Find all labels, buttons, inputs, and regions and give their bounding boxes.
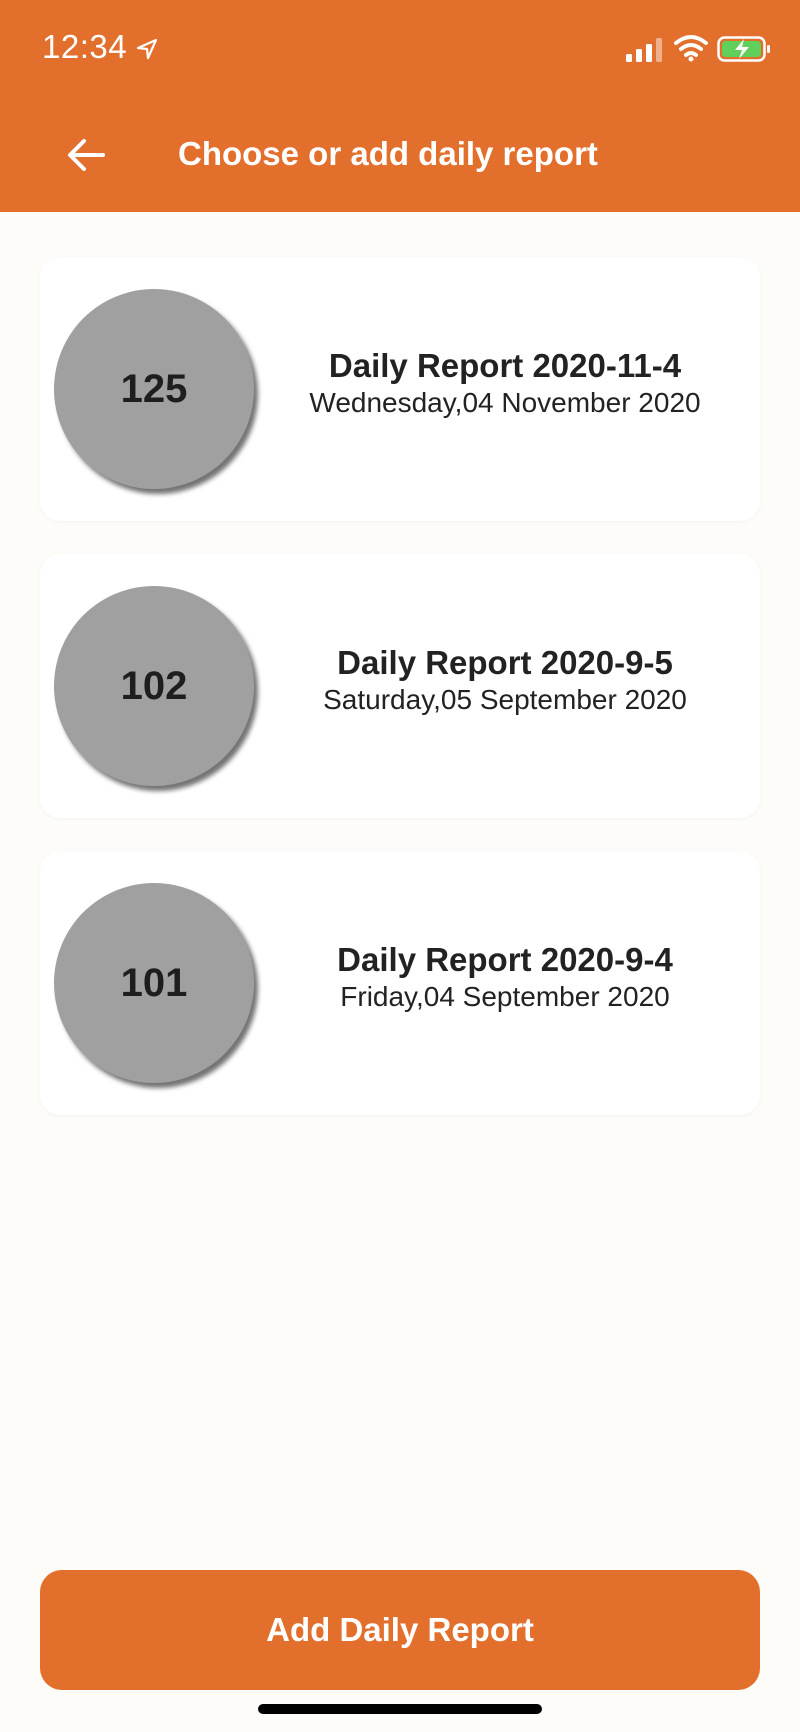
report-title: Daily Report 2020-9-5 bbox=[337, 644, 673, 681]
report-card[interactable]: 102 Daily Report 2020-9-5 Saturday,05 Se… bbox=[40, 554, 760, 818]
app-header: 12:34 Choose or add daily report bbox=[0, 0, 800, 212]
report-info: Daily Report 2020-9-5 Saturday,05 Septem… bbox=[280, 548, 730, 812]
location-arrow-icon bbox=[136, 38, 158, 60]
battery-charging-icon bbox=[717, 36, 770, 62]
wifi-icon bbox=[674, 35, 708, 62]
report-count-badge: 101 bbox=[54, 883, 254, 1083]
add-daily-report-button[interactable]: Add Daily Report bbox=[40, 1570, 760, 1690]
report-date: Wednesday,04 November 2020 bbox=[309, 387, 701, 418]
report-title: Daily Report 2020-11-4 bbox=[328, 347, 682, 384]
report-info: Daily Report 2020-9-4 Friday,04 Septembe… bbox=[280, 845, 730, 1109]
home-indicator[interactable] bbox=[258, 1704, 542, 1714]
cellular-signal-icon bbox=[626, 38, 662, 62]
report-title: Daily Report 2020-9-4 bbox=[337, 941, 673, 978]
report-count-badge: 125 bbox=[54, 289, 254, 489]
report-count: 125 bbox=[120, 366, 188, 411]
report-date: Friday,04 September 2020 bbox=[340, 981, 670, 1012]
arrow-left-icon bbox=[68, 139, 105, 171]
back-button[interactable] bbox=[56, 125, 116, 185]
report-count-badge: 102 bbox=[54, 586, 254, 786]
status-time: 12:34 bbox=[42, 28, 128, 65]
report-date: Saturday,05 September 2020 bbox=[323, 684, 687, 715]
report-count: 102 bbox=[120, 663, 188, 708]
report-info: Daily Report 2020-11-4 Wednesday,04 Nove… bbox=[280, 251, 730, 515]
report-list: 125 Daily Report 2020-11-4 Wednesday,04 … bbox=[40, 257, 760, 1148]
report-count: 101 bbox=[120, 960, 188, 1005]
report-card[interactable]: 125 Daily Report 2020-11-4 Wednesday,04 … bbox=[40, 257, 760, 521]
report-card[interactable]: 101 Daily Report 2020-9-4 Friday,04 Sept… bbox=[40, 851, 760, 1115]
page-title: Choose or add daily report bbox=[178, 135, 598, 172]
